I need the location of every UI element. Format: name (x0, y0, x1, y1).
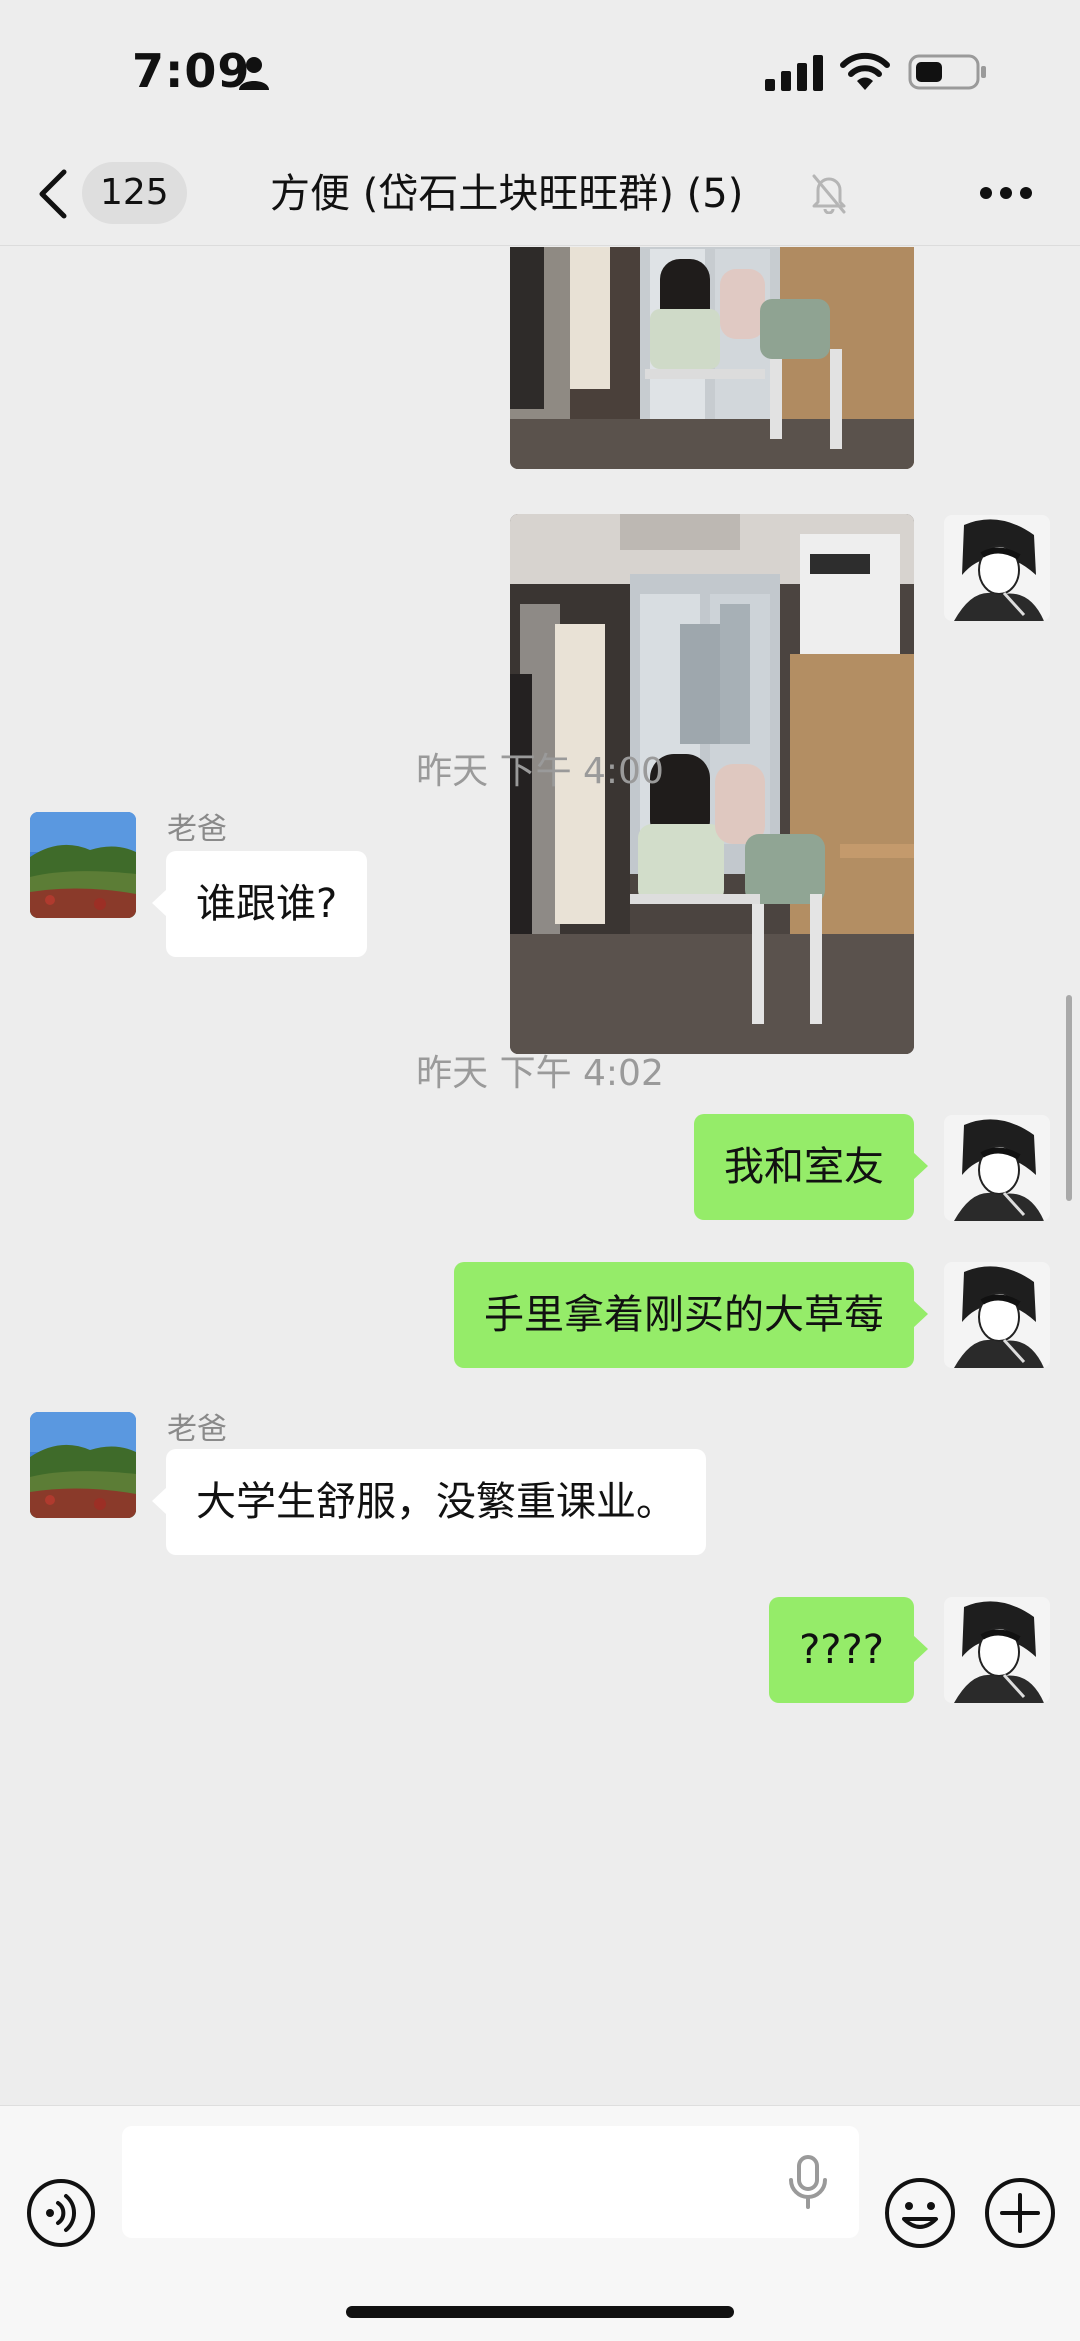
microphone-icon[interactable] (786, 2154, 830, 2210)
plus-icon[interactable] (984, 2177, 1056, 2249)
anime-avatar-image (944, 1115, 1050, 1221)
my-avatar[interactable] (944, 1115, 1050, 1221)
timestamp: 昨天 下午 4:00 (416, 751, 664, 792)
room-photo (510, 247, 914, 469)
my-avatar[interactable] (944, 1262, 1050, 1368)
wifi-icon (840, 52, 890, 90)
my-avatar[interactable] (944, 515, 1050, 621)
sent-photo[interactable] (510, 247, 914, 469)
my-avatar[interactable] (944, 1597, 1050, 1703)
timestamp: 昨天 下午 4:02 (416, 1053, 664, 1094)
landscape-avatar-image (30, 1412, 136, 1518)
received-message[interactable]: 大学生舒服，没繁重课业。 (152, 1449, 706, 1555)
landscape-avatar-image (30, 812, 136, 918)
status-bar: 7:09 (0, 0, 1080, 140)
message-list[interactable]: 昨天 下午 4:00 老爸 谁跟谁? 昨天 下午 4:02 我和室友 手里拿着刚… (0, 247, 1080, 2105)
received-message[interactable]: 谁跟谁? (151, 851, 368, 957)
unread-count-badge[interactable]: 125 (82, 162, 187, 224)
chat-header: 125 方便 (岱石土块旺旺群) (5) (0, 140, 1080, 246)
chat-title[interactable]: 方便 (岱石土块旺旺群) (5) (270, 168, 743, 220)
battery-icon (908, 54, 986, 90)
home-indicator[interactable] (346, 2306, 734, 2318)
chevron-left-icon[interactable] (36, 168, 70, 220)
voice-icon[interactable] (26, 2178, 96, 2248)
signal-icon (765, 55, 823, 91)
sent-message[interactable]: 我和室友 (694, 1114, 928, 1220)
anime-avatar-image (944, 515, 1050, 621)
chat-screen: 7:09 125 方便 (岱石土块旺旺群) (5) 昨天 下午 4:00 老爸 … (0, 0, 1080, 2341)
anime-avatar-image (944, 1262, 1050, 1368)
more-dots-icon[interactable] (978, 185, 1034, 201)
dad-avatar[interactable] (30, 812, 136, 918)
dad-avatar[interactable] (30, 1412, 136, 1518)
sent-message[interactable]: ???? (769, 1597, 928, 1703)
anime-avatar-image (944, 1597, 1050, 1703)
person-icon (239, 57, 269, 90)
message-input[interactable] (122, 2126, 859, 2238)
emoji-icon[interactable] (884, 2177, 956, 2249)
sent-message[interactable]: 手里拿着刚买的大草莓 (454, 1262, 928, 1368)
bell-slash-icon (812, 174, 846, 214)
status-time: 7:09 (132, 44, 251, 98)
scrollbar[interactable] (1066, 995, 1072, 1201)
sender-name: 老爸 (167, 812, 227, 847)
sender-name: 老爸 (167, 1412, 227, 1447)
